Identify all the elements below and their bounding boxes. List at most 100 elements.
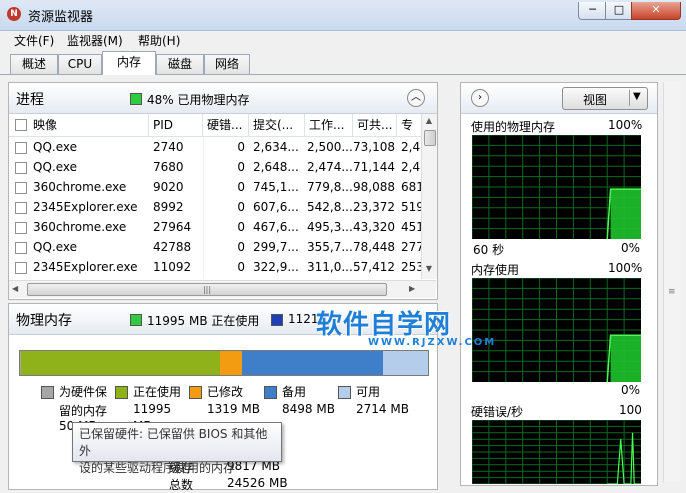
row-checkbox[interactable]	[15, 242, 27, 254]
table-row[interactable]: QQ.exe 2740 0 2,634... 2,500... 73,108 2…	[9, 137, 421, 157]
column-shareable[interactable]: 可共...	[353, 114, 397, 136]
table-row[interactable]: QQ.exe 7680 0 2,648... 2,474... 71,144 2…	[9, 157, 421, 177]
legend-value-reserved: 留的内存	[59, 404, 108, 418]
row-shareable: 78,448	[353, 240, 395, 254]
row-checkbox[interactable]	[15, 222, 27, 234]
row-working-set: 779,8...	[307, 180, 353, 194]
scroll-thumb[interactable]	[424, 130, 436, 146]
horizontal-scroll-thumb[interactable]: |||	[27, 283, 387, 296]
vertical-scrollbar[interactable]: ▲ ▼	[421, 114, 437, 279]
column-commit[interactable]: 提交(...	[249, 114, 305, 136]
table-row[interactable]: QQ.exe 42788 0 299,7... 355,7... 78,448 …	[9, 237, 421, 257]
row-pid: 8992	[153, 200, 184, 214]
used-memory-indicator	[130, 93, 142, 105]
resmon-icon: N	[7, 7, 21, 21]
pane-scrollbar[interactable]: ≡	[663, 82, 681, 482]
column-image[interactable]: 映像	[29, 114, 149, 136]
graph-area	[610, 189, 641, 239]
close-button[interactable]: ✕	[631, 2, 681, 20]
dropdown-arrow-icon[interactable]: ▼	[633, 91, 641, 102]
in-use-indicator	[130, 314, 142, 326]
site-watermark: 软件自学网 WWW.RJZXW.COM	[316, 304, 496, 348]
scroll-left-icon[interactable]: ◀	[12, 284, 18, 293]
view-button[interactable]: 视图 ▼	[562, 87, 648, 110]
row-commit: 322,9...	[253, 260, 299, 274]
tab-overview[interactable]: 概述	[10, 54, 58, 74]
process-table-header: 映像 PID 硬错... 提交(... 工作... 可共... 专	[9, 114, 421, 137]
graphs-pane: › 视图 ▼ 使用的物理内存 100% 60 秒 0% 内存使用 100% 0%…	[460, 82, 658, 486]
graph-memory-usage	[471, 277, 641, 383]
view-button-divider	[629, 90, 630, 106]
graph-max-hard-faults: 100	[619, 403, 642, 417]
row-checkbox[interactable]	[15, 202, 27, 214]
menu-file[interactable]: 文件(F)	[14, 32, 54, 49]
row-checkbox[interactable]	[15, 142, 27, 154]
tab-disk[interactable]: 磁盘	[156, 54, 204, 74]
legend-value-modified: 1319 MB	[207, 402, 260, 416]
table-row[interactable]: 360chrome.exe 9020 0 745,1... 779,8... 9…	[9, 177, 421, 197]
reserved-hardware-tooltip: 已保留硬件: 已保留供 BIOS 和其他外 设的某些驱动程序使用的内存	[72, 422, 282, 475]
scroll-right-icon[interactable]: ▶	[409, 284, 415, 293]
legend-label-free: 可用	[356, 385, 381, 399]
select-all-checkbox[interactable]	[15, 119, 27, 131]
scroll-down-icon[interactable]: ▼	[423, 264, 435, 276]
tab-cpu[interactable]: CPU	[58, 54, 102, 74]
scroll-up-icon[interactable]: ▲	[423, 116, 435, 128]
legend-swatch-reserved	[41, 386, 54, 399]
column-working-set[interactable]: 工作...	[305, 114, 353, 136]
row-pid: 9020	[153, 180, 184, 194]
row-hard-faults: 0	[237, 220, 245, 234]
total-value: 24526 MB	[227, 476, 288, 490]
row-name: 2345Explorer.exe	[33, 200, 138, 214]
row-private: 277	[401, 240, 421, 254]
row-pid: 42788	[153, 240, 192, 254]
row-commit: 2,648...	[253, 160, 299, 174]
row-private: 2,4	[401, 140, 421, 154]
legend-value-free: 2714 MB	[356, 402, 409, 416]
legend-value-standby: 8498 MB	[282, 402, 335, 416]
table-row[interactable]: 2345Explorer.exe 11092 0 322,9... 311,0.…	[9, 257, 421, 277]
tab-memory[interactable]: 内存	[102, 51, 156, 75]
row-checkbox[interactable]	[15, 262, 27, 274]
expand-chevron-icon[interactable]: ›	[471, 89, 489, 107]
minimize-button[interactable]: ─	[578, 2, 607, 20]
menu-monitor[interactable]: 监视器(M)	[67, 32, 123, 49]
row-checkbox[interactable]	[15, 182, 27, 194]
horizontal-scrollbar[interactable]: ◀ ||| ▶	[9, 280, 436, 298]
graph-title-commit: 内存使用	[471, 263, 520, 277]
process-title: 进程	[16, 92, 44, 108]
row-shareable: 57,412	[353, 260, 395, 274]
row-hard-faults: 0	[237, 260, 245, 274]
graph-hard-faults-plot	[471, 419, 641, 485]
row-working-set: 542,8...	[307, 200, 353, 214]
row-name: 2345Explorer.exe	[33, 260, 138, 274]
column-hard-faults[interactable]: 硬错...	[203, 114, 249, 136]
table-row[interactable]: 2345Explorer.exe 8992 0 607,6... 542,8..…	[9, 197, 421, 217]
graph-time-physical: 60 秒	[473, 243, 505, 257]
watermark-main: 软件自学网	[316, 310, 452, 340]
table-row[interactable]: 360chrome.exe 27964 0 467,6... 495,3... …	[9, 217, 421, 237]
graph-hard-faults	[471, 419, 641, 485]
collapse-chevron-icon[interactable]: ︿	[407, 89, 425, 107]
row-working-set: 495,3...	[307, 220, 353, 234]
row-hard-faults: 0	[237, 200, 245, 214]
pane-splitter[interactable]	[444, 82, 450, 482]
maximize-button[interactable]: □	[605, 2, 633, 20]
tab-network[interactable]: 网络	[204, 54, 250, 74]
row-hard-faults: 0	[237, 180, 245, 194]
legend-label-standby: 备用	[282, 385, 307, 399]
watermark-sub: WWW.RJZXW.COM	[368, 337, 497, 348]
column-private[interactable]: 专	[397, 114, 421, 136]
row-shareable: 23,372	[353, 200, 395, 214]
process-header[interactable]: 进程 48% 已用物理内存 ︿	[9, 83, 437, 114]
column-pid[interactable]: PID	[149, 114, 203, 136]
row-checkbox[interactable]	[15, 162, 27, 174]
menu-help[interactable]: 帮助(H)	[138, 32, 180, 49]
row-hard-faults: 0	[237, 140, 245, 154]
row-shareable: 71,144	[353, 160, 395, 174]
row-working-set: 355,7...	[307, 240, 353, 254]
row-name: 360chrome.exe	[33, 180, 127, 194]
row-shareable: 43,320	[353, 220, 395, 234]
in-use-text: 11995 MB 正在使用	[147, 314, 260, 328]
graph-max-commit: 100%	[608, 261, 643, 275]
